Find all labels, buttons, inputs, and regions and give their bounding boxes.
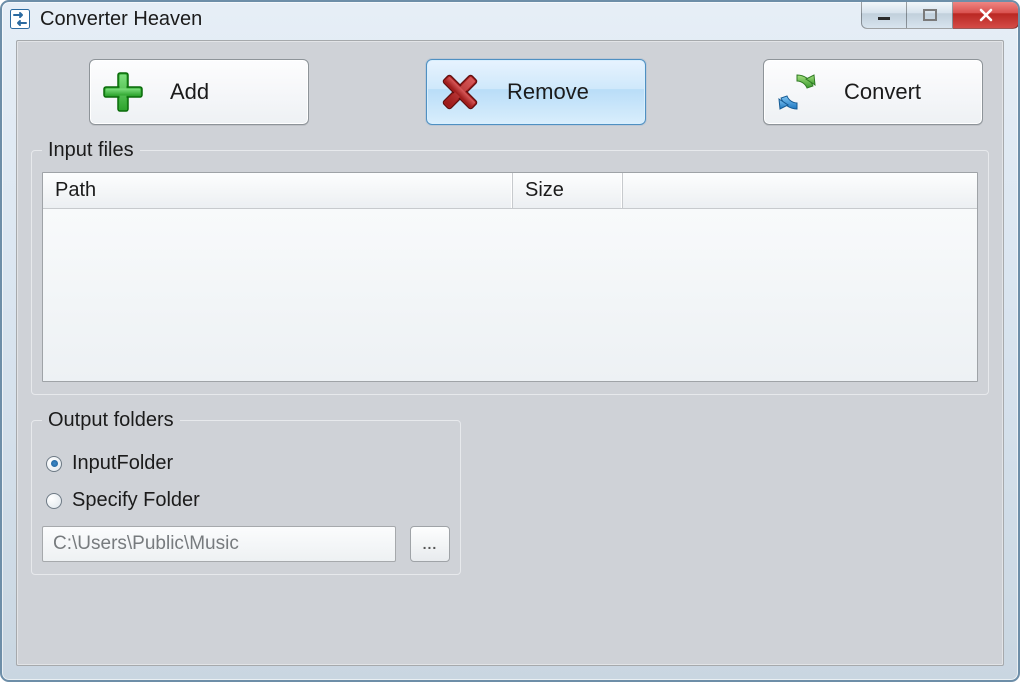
radio-input-folder-label: InputFolder [72,452,173,475]
input-files-list[interactable]: Path Size [42,172,978,382]
output-folders-group: Output folders InputFolder Specify Folde… [31,409,461,575]
x-icon [437,69,483,115]
input-files-group: Input files Path Size [31,139,989,395]
output-path-row: ... [42,526,450,562]
radio-icon [46,493,62,509]
output-folders-legend: Output folders [42,409,180,432]
plus-icon [100,69,146,115]
title-bar[interactable]: Converter Heaven [2,2,1018,36]
maximize-button[interactable] [907,1,953,29]
add-button-label: Add [170,79,209,105]
convert-button-label: Convert [844,79,921,105]
refresh-icon [774,69,820,115]
toolbar: Add [31,59,989,125]
output-path-input[interactable] [42,526,396,562]
convert-button[interactable]: Convert [763,59,983,125]
app-icon [10,9,30,29]
close-button[interactable] [953,1,1019,29]
app-window: Converter Heaven [0,0,1020,682]
client-area: Add [16,40,1004,666]
browse-button[interactable]: ... [410,526,450,562]
remove-button-label: Remove [507,79,589,105]
window-title: Converter Heaven [40,8,202,31]
remove-button[interactable]: Remove [426,59,646,125]
column-header-size[interactable]: Size [513,173,623,208]
list-header: Path Size [43,173,977,209]
input-files-legend: Input files [42,139,140,162]
radio-input-folder[interactable]: InputFolder [46,452,450,475]
column-header-path[interactable]: Path [43,173,513,208]
radio-specify-folder-label: Specify Folder [72,489,200,512]
radio-icon [46,456,62,472]
minimize-button[interactable] [861,1,907,29]
list-body[interactable] [43,209,977,381]
radio-specify-folder[interactable]: Specify Folder [46,489,450,512]
window-controls [861,1,1019,29]
add-button[interactable]: Add [89,59,309,125]
